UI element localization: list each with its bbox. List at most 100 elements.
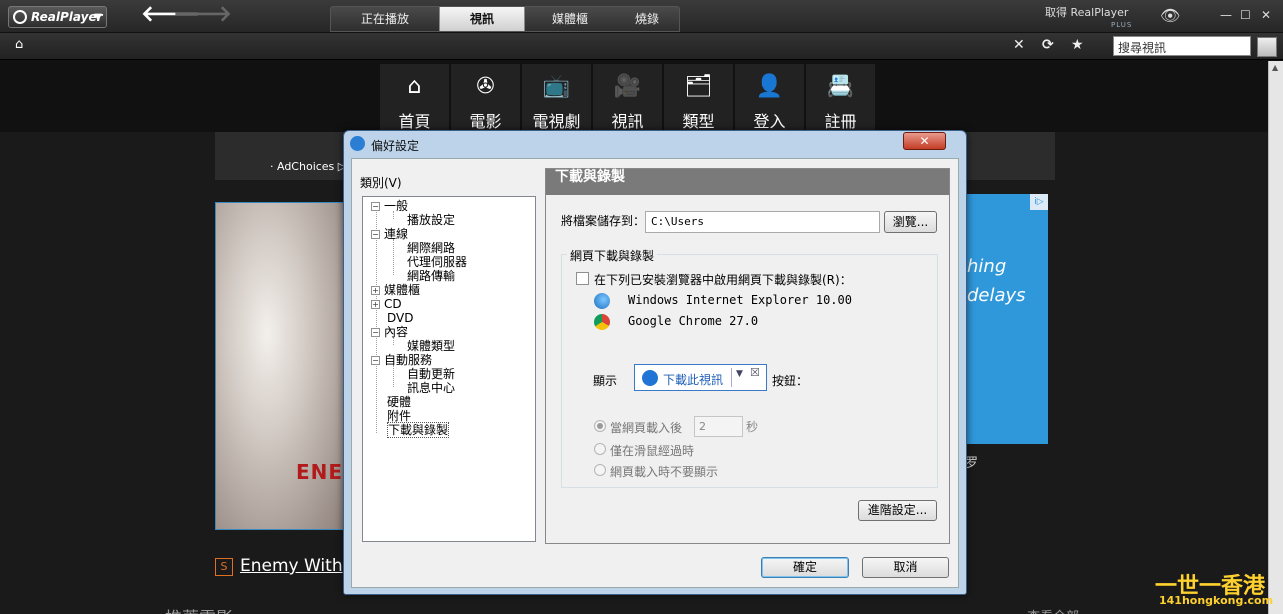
realplayer-menu-button[interactable]: RealPlayer ▼: [8, 6, 107, 28]
tree-item-network-transport[interactable]: 網路傳輸: [407, 269, 455, 283]
tab-burn[interactable]: 燒錄: [615, 7, 679, 31]
nav-movies[interactable]: ✇ 電影: [451, 64, 520, 132]
movie-title-link[interactable]: Enemy With: [240, 556, 343, 576]
minimize-icon[interactable]: —: [1220, 8, 1232, 22]
view-all-link[interactable]: » 查看全部: [1015, 606, 1079, 614]
tree-label: 下載與錄製: [387, 422, 450, 438]
realplayer-logo-icon: [13, 10, 27, 24]
radio-on-hover[interactable]: [594, 443, 606, 455]
tree-item-message-center[interactable]: 訊息中心: [407, 381, 455, 395]
collapse-icon[interactable]: −: [371, 230, 380, 239]
dialog-close-button[interactable]: ✕: [903, 132, 946, 150]
expand-icon[interactable]: +: [371, 300, 380, 309]
nav-register[interactable]: 📇 註冊: [806, 64, 875, 132]
save-path-input[interactable]: C:\Users: [645, 211, 880, 233]
expand-icon[interactable]: +: [371, 286, 380, 295]
ad-line-2: delays: [967, 285, 1026, 306]
refresh-icon[interactable]: ⟳: [1042, 37, 1054, 53]
seconds-input[interactable]: 2: [694, 416, 743, 437]
forward-arrow-icon[interactable]: 🡒: [173, 4, 232, 26]
main-tabs: 正在播放 視訊 媒體櫃 燒錄: [330, 6, 680, 32]
tree-item-auto-services[interactable]: − 自動服務: [371, 353, 432, 367]
nav-label: 註冊: [824, 112, 857, 131]
tree-label: DVD: [387, 311, 414, 325]
tree-item-general[interactable]: − 一般: [371, 199, 408, 213]
home-icon[interactable]: ⌂: [15, 37, 23, 52]
tree-label: 一般: [384, 199, 409, 213]
nav-tv[interactable]: 📺 電視劇: [522, 64, 591, 132]
side-ad[interactable]: hing delays: [965, 194, 1048, 444]
collapse-icon[interactable]: −: [371, 202, 380, 211]
internet-explorer-icon: [594, 293, 610, 309]
scroll-up-icon[interactable]: ▲: [1272, 63, 1278, 72]
watermark-site: 141hongkong.com: [1159, 594, 1274, 607]
enable-web-download-checkbox[interactable]: [576, 272, 589, 285]
tree-item-dvd[interactable]: DVD: [387, 311, 413, 325]
advanced-settings-button[interactable]: 進階設定...: [858, 500, 937, 521]
toolbar-side-button[interactable]: [1257, 37, 1277, 57]
collapse-icon[interactable]: −: [371, 328, 380, 337]
page-scrollbar[interactable]: ▲: [1268, 61, 1283, 614]
tree-label: 自動更新: [407, 367, 456, 381]
collapse-icon[interactable]: −: [371, 356, 380, 365]
tree-item-internet[interactable]: 網際網路: [407, 241, 455, 255]
tree-item-plugins[interactable]: 附件: [387, 409, 411, 423]
tree-item-hardware[interactable]: 硬體: [387, 395, 411, 409]
scroll-thumb[interactable]: [1271, 79, 1281, 89]
tree-item-download-recording[interactable]: 下載與錄製: [387, 422, 450, 438]
ad-info-icon[interactable]: i▷: [1030, 194, 1048, 210]
tree-item-cd[interactable]: + CD: [371, 297, 402, 311]
close-icon[interactable]: ☒: [750, 366, 760, 379]
tab-library[interactable]: 媒體櫃: [525, 7, 615, 31]
tree-item-playback[interactable]: 播放設定: [407, 213, 455, 227]
nav-video[interactable]: 🎥 視訊: [593, 64, 662, 132]
cancel-button[interactable]: 取消: [862, 557, 949, 578]
download-video-button-preview[interactable]: 下載此視訊 ▼ ☒: [634, 364, 767, 391]
radio-label: 僅在滑鼠經過時: [610, 444, 695, 458]
ad-line-1: hing: [967, 256, 1007, 277]
panel-title: 下載與錄製: [546, 169, 949, 195]
tree-item-connection[interactable]: − 連線: [371, 227, 408, 241]
category-tree[interactable]: − 一般 播放設定 − 連線 網際網路 代理伺服器 網路傳輸 + 媒體櫃 + CD DV…: [362, 196, 536, 542]
movie-badge: S: [215, 558, 233, 576]
tray-icon: 🗂: [684, 74, 713, 99]
tab-video[interactable]: 視訊: [439, 7, 525, 31]
tree-item-library[interactable]: + 媒體櫃: [371, 283, 420, 297]
eye-icon[interactable]: 👁: [1160, 6, 1180, 25]
radio-after-page-load[interactable]: [594, 420, 606, 432]
browse-button[interactable]: 瀏覽...: [884, 211, 937, 233]
site-nav: ⌂ 首頁 ✇ 電影 📺 電視劇 🎥 視訊 🗂 類型 👤 登入 📇 註冊: [380, 64, 878, 132]
upgrade-promo[interactable]: 取得 RealPlayer PLUS 15: [1045, 6, 1131, 43]
nav-genre[interactable]: 🗂 類型: [664, 64, 733, 132]
tv-icon: 📺: [542, 74, 571, 99]
button-suffix-label: 按鈕：: [772, 374, 809, 388]
tree-item-auto-update[interactable]: 自動更新: [407, 367, 455, 381]
tab-now-playing[interactable]: 正在播放: [331, 7, 439, 31]
close-icon[interactable]: ✕: [1261, 8, 1271, 22]
stop-icon[interactable]: ✕: [1013, 37, 1025, 53]
enable-web-download-label[interactable]: 在下列已安裝瀏覽器中啟用網頁下載與錄製(R)：: [594, 271, 852, 288]
browser-toolbar: [0, 33, 1283, 60]
user-icon: 👤: [755, 74, 784, 99]
tree-item-media-types[interactable]: 媒體類型: [407, 339, 455, 353]
tree-item-proxy[interactable]: 代理伺服器: [407, 255, 467, 269]
radio-never-show[interactable]: [594, 464, 606, 476]
tree-label: 硬體: [387, 395, 412, 409]
nav-login[interactable]: 👤 登入: [735, 64, 804, 132]
browser-chrome: Google Chrome 27.0: [628, 314, 759, 328]
ok-button[interactable]: 確定: [761, 557, 849, 578]
tree-label: 自動服務: [384, 353, 433, 367]
adchoices-link[interactable]: · AdChoices ▷: [270, 160, 346, 173]
logo-text: RealPlayer: [31, 10, 103, 24]
maximize-icon[interactable]: ☐: [1240, 8, 1251, 22]
tree-label: 媒體類型: [407, 339, 456, 353]
search-input[interactable]: 搜尋視訊: [1113, 36, 1251, 56]
nav-home[interactable]: ⌂ 首頁: [380, 64, 449, 132]
chevron-down-icon: ▼: [94, 12, 102, 23]
house-icon: ⌂: [407, 74, 422, 99]
star-icon[interactable]: ★: [1071, 37, 1084, 53]
tree-item-content[interactable]: − 內容: [371, 325, 408, 339]
tree-label: 連線: [384, 227, 409, 241]
tree-label: 代理伺服器: [407, 255, 468, 269]
chevron-down-icon[interactable]: ▼: [736, 369, 743, 379]
